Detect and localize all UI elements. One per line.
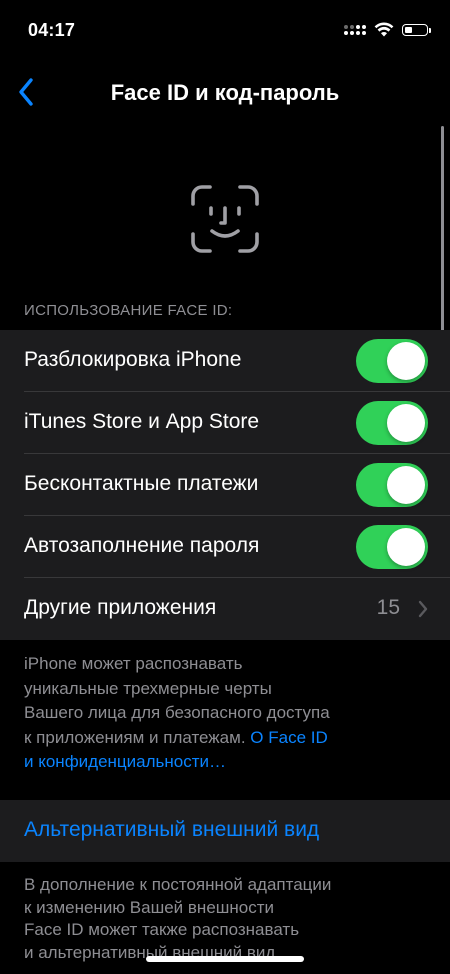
alternate-appearance-group: Альтернативный внешний вид — [0, 800, 450, 862]
footer-line: к приложениям и платежам. — [24, 727, 246, 747]
scrollbar[interactable] — [441, 126, 444, 352]
footer-line: В дополнение к постоянной адаптации — [24, 875, 332, 894]
footer-line: Face ID может также распознавать — [24, 920, 300, 939]
face-id-usage-group: Разблокировка iPhone iTunes Store и App … — [0, 330, 450, 640]
toggle-knob — [387, 466, 425, 504]
about-face-id-privacy-link-cont[interactable]: и конфиденциальности… — [24, 752, 226, 771]
footer-line: к изменению Вашей внешности — [24, 897, 275, 917]
other-apps-count: 15 — [376, 596, 400, 619]
cellular-signal-icon — [344, 24, 366, 35]
alternate-appearance-button[interactable]: Альтернативный внешний вид — [0, 800, 450, 862]
navigation-bar: Face ID и код-пароль — [0, 62, 450, 122]
face-id-icon — [191, 185, 259, 253]
status-icons — [344, 22, 431, 37]
alternate-appearance-footer: В дополнение к постоянной адаптации к из… — [24, 874, 424, 964]
footer-line: iPhone может распознавать — [24, 654, 243, 673]
footer-line: уникальные трехмерные черты — [24, 678, 272, 698]
row-label: Бесконтактные платежи — [24, 472, 259, 495]
toggle-knob — [387, 528, 425, 566]
home-indicator[interactable] — [146, 956, 304, 962]
row-other-apps[interactable]: Другие приложения 15 — [0, 578, 450, 640]
wifi-icon — [374, 22, 394, 37]
row-label: Автозаполнение пароля — [24, 534, 260, 557]
toggle-knob — [387, 342, 425, 380]
row-label: iTunes Store и App Store — [24, 410, 260, 433]
chevron-right-icon — [418, 600, 428, 618]
footer-line: Вашего лица для безопасного доступа — [24, 703, 330, 722]
about-face-id-privacy-link[interactable]: О Face ID — [250, 728, 327, 747]
battery-icon — [402, 23, 431, 36]
iphone-unlock-toggle[interactable] — [356, 339, 428, 383]
toggle-knob — [387, 404, 425, 442]
face-id-section-header: ИСПОЛЬЗОВАНИЕ FACE ID: — [24, 302, 233, 319]
contactless-payments-toggle[interactable] — [356, 463, 428, 507]
row-iphone-unlock[interactable]: Разблокировка iPhone — [0, 330, 450, 392]
row-itunes-app-store[interactable]: iTunes Store и App Store — [0, 392, 450, 454]
row-label: Другие приложения — [24, 596, 217, 619]
password-autofill-toggle[interactable] — [356, 525, 428, 569]
itunes-app-store-toggle[interactable] — [356, 401, 428, 445]
status-time: 04:17 — [28, 20, 76, 40]
status-bar: 04:17 — [0, 0, 450, 62]
row-password-autofill[interactable]: Автозаполнение пароля — [0, 516, 450, 578]
page-title: Face ID и код-пароль — [110, 80, 340, 105]
alternate-appearance-label: Альтернативный внешний вид — [24, 818, 320, 841]
row-label: Разблокировка iPhone — [24, 348, 242, 371]
row-contactless-payments[interactable]: Бесконтактные платежи — [0, 454, 450, 516]
face-id-footer: iPhone может распознавать уникальные тре… — [24, 652, 384, 775]
